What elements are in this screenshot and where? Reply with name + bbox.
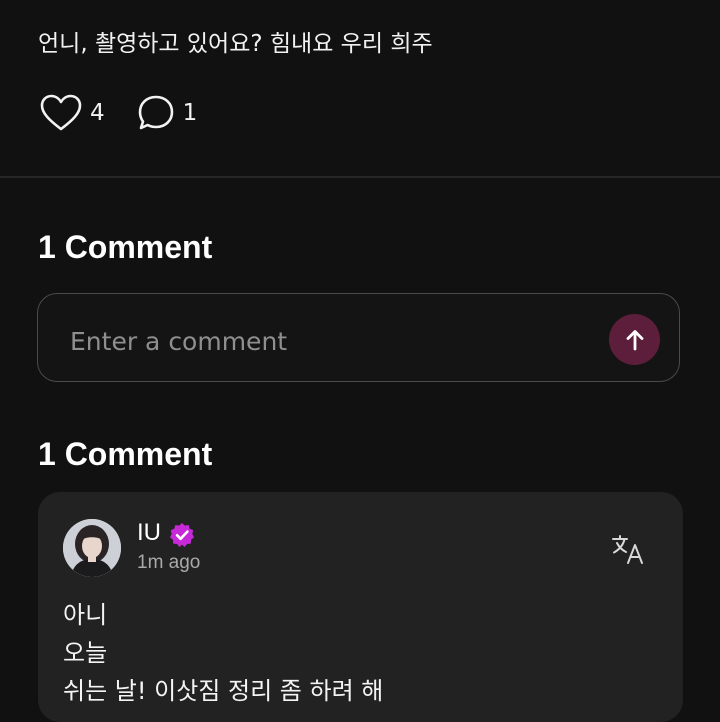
comments-title: 1 Comment — [38, 229, 213, 265]
comment-card: IU 1m ago 아니 오늘 쉬는 날! 이삿짐 정리 좀 하려 해 — [38, 492, 683, 722]
translate-icon[interactable] — [611, 532, 645, 566]
comment-line: 쉬는 날! 이삿짐 정리 좀 하려 해 — [63, 677, 384, 705]
comment-time: 1m ago — [137, 552, 201, 573]
comment-line: 아니 — [63, 601, 108, 629]
comment-input[interactable] — [68, 322, 592, 360]
verified-badge-icon — [170, 523, 194, 547]
comment-body: 아니 오늘 쉬는 날! 이삿짐 정리 좀 하려 해 — [63, 596, 383, 710]
send-button[interactable] — [609, 314, 660, 365]
heart-icon — [40, 94, 82, 131]
like-button[interactable]: 4 — [40, 94, 105, 132]
comment-button[interactable]: 1 — [137, 94, 198, 132]
speech-bubble-icon — [138, 95, 173, 130]
avatar[interactable] — [63, 519, 121, 577]
comment-list-title: 1 Comment — [38, 436, 213, 472]
post-text: 언니, 촬영하고 있어요? 힘내요 우리 희주 — [38, 31, 433, 57]
like-count: 4 — [90, 100, 105, 126]
comment-count: 1 — [182, 100, 198, 126]
divider — [0, 176, 720, 178]
arrow-up-icon — [626, 329, 643, 350]
comment-line: 오늘 — [63, 639, 108, 667]
post-reactions: 4 1 — [40, 94, 229, 132]
comment-input-box — [37, 293, 680, 382]
comment-author[interactable]: IU — [137, 519, 161, 547]
